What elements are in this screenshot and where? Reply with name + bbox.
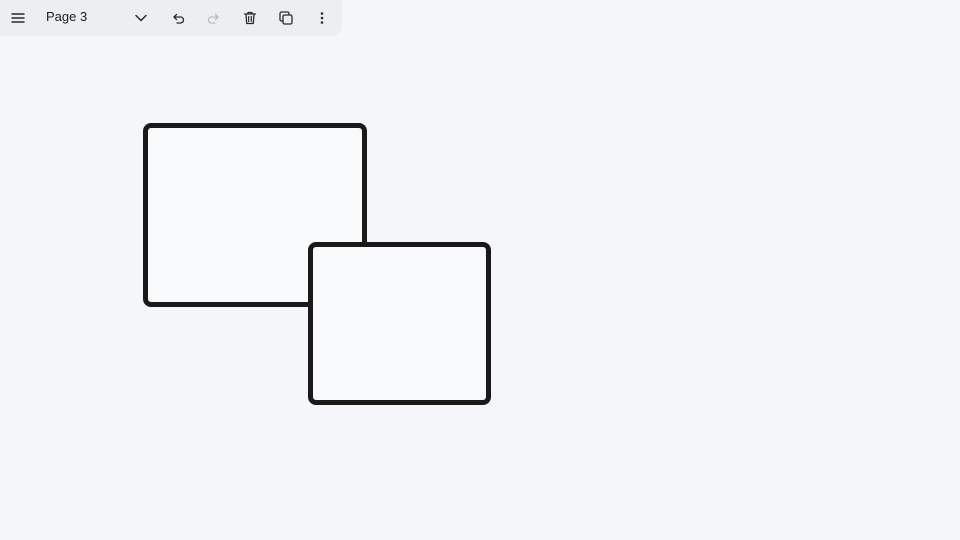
more-options-button[interactable]: [308, 4, 336, 32]
delete-button[interactable]: [236, 4, 264, 32]
more-vertical-icon: [320, 12, 324, 24]
top-toolbar: Page 3: [0, 0, 342, 36]
drawing-canvas[interactable]: [0, 0, 960, 540]
hamburger-menu-icon: [11, 13, 25, 23]
page-dropdown-button[interactable]: [127, 4, 155, 32]
trash-icon: [243, 11, 257, 25]
undo-icon: [173, 13, 185, 24]
duplicate-button[interactable]: [272, 4, 300, 32]
page-name-label[interactable]: Page 3: [46, 9, 87, 25]
chevron-down-icon: [135, 14, 147, 22]
redo-icon: [207, 13, 219, 24]
redo-button[interactable]: [200, 4, 228, 32]
duplicate-icon: [279, 11, 293, 25]
menu-button[interactable]: [4, 4, 32, 32]
rectangle-shape[interactable]: [308, 242, 491, 405]
undo-button[interactable]: [164, 4, 192, 32]
